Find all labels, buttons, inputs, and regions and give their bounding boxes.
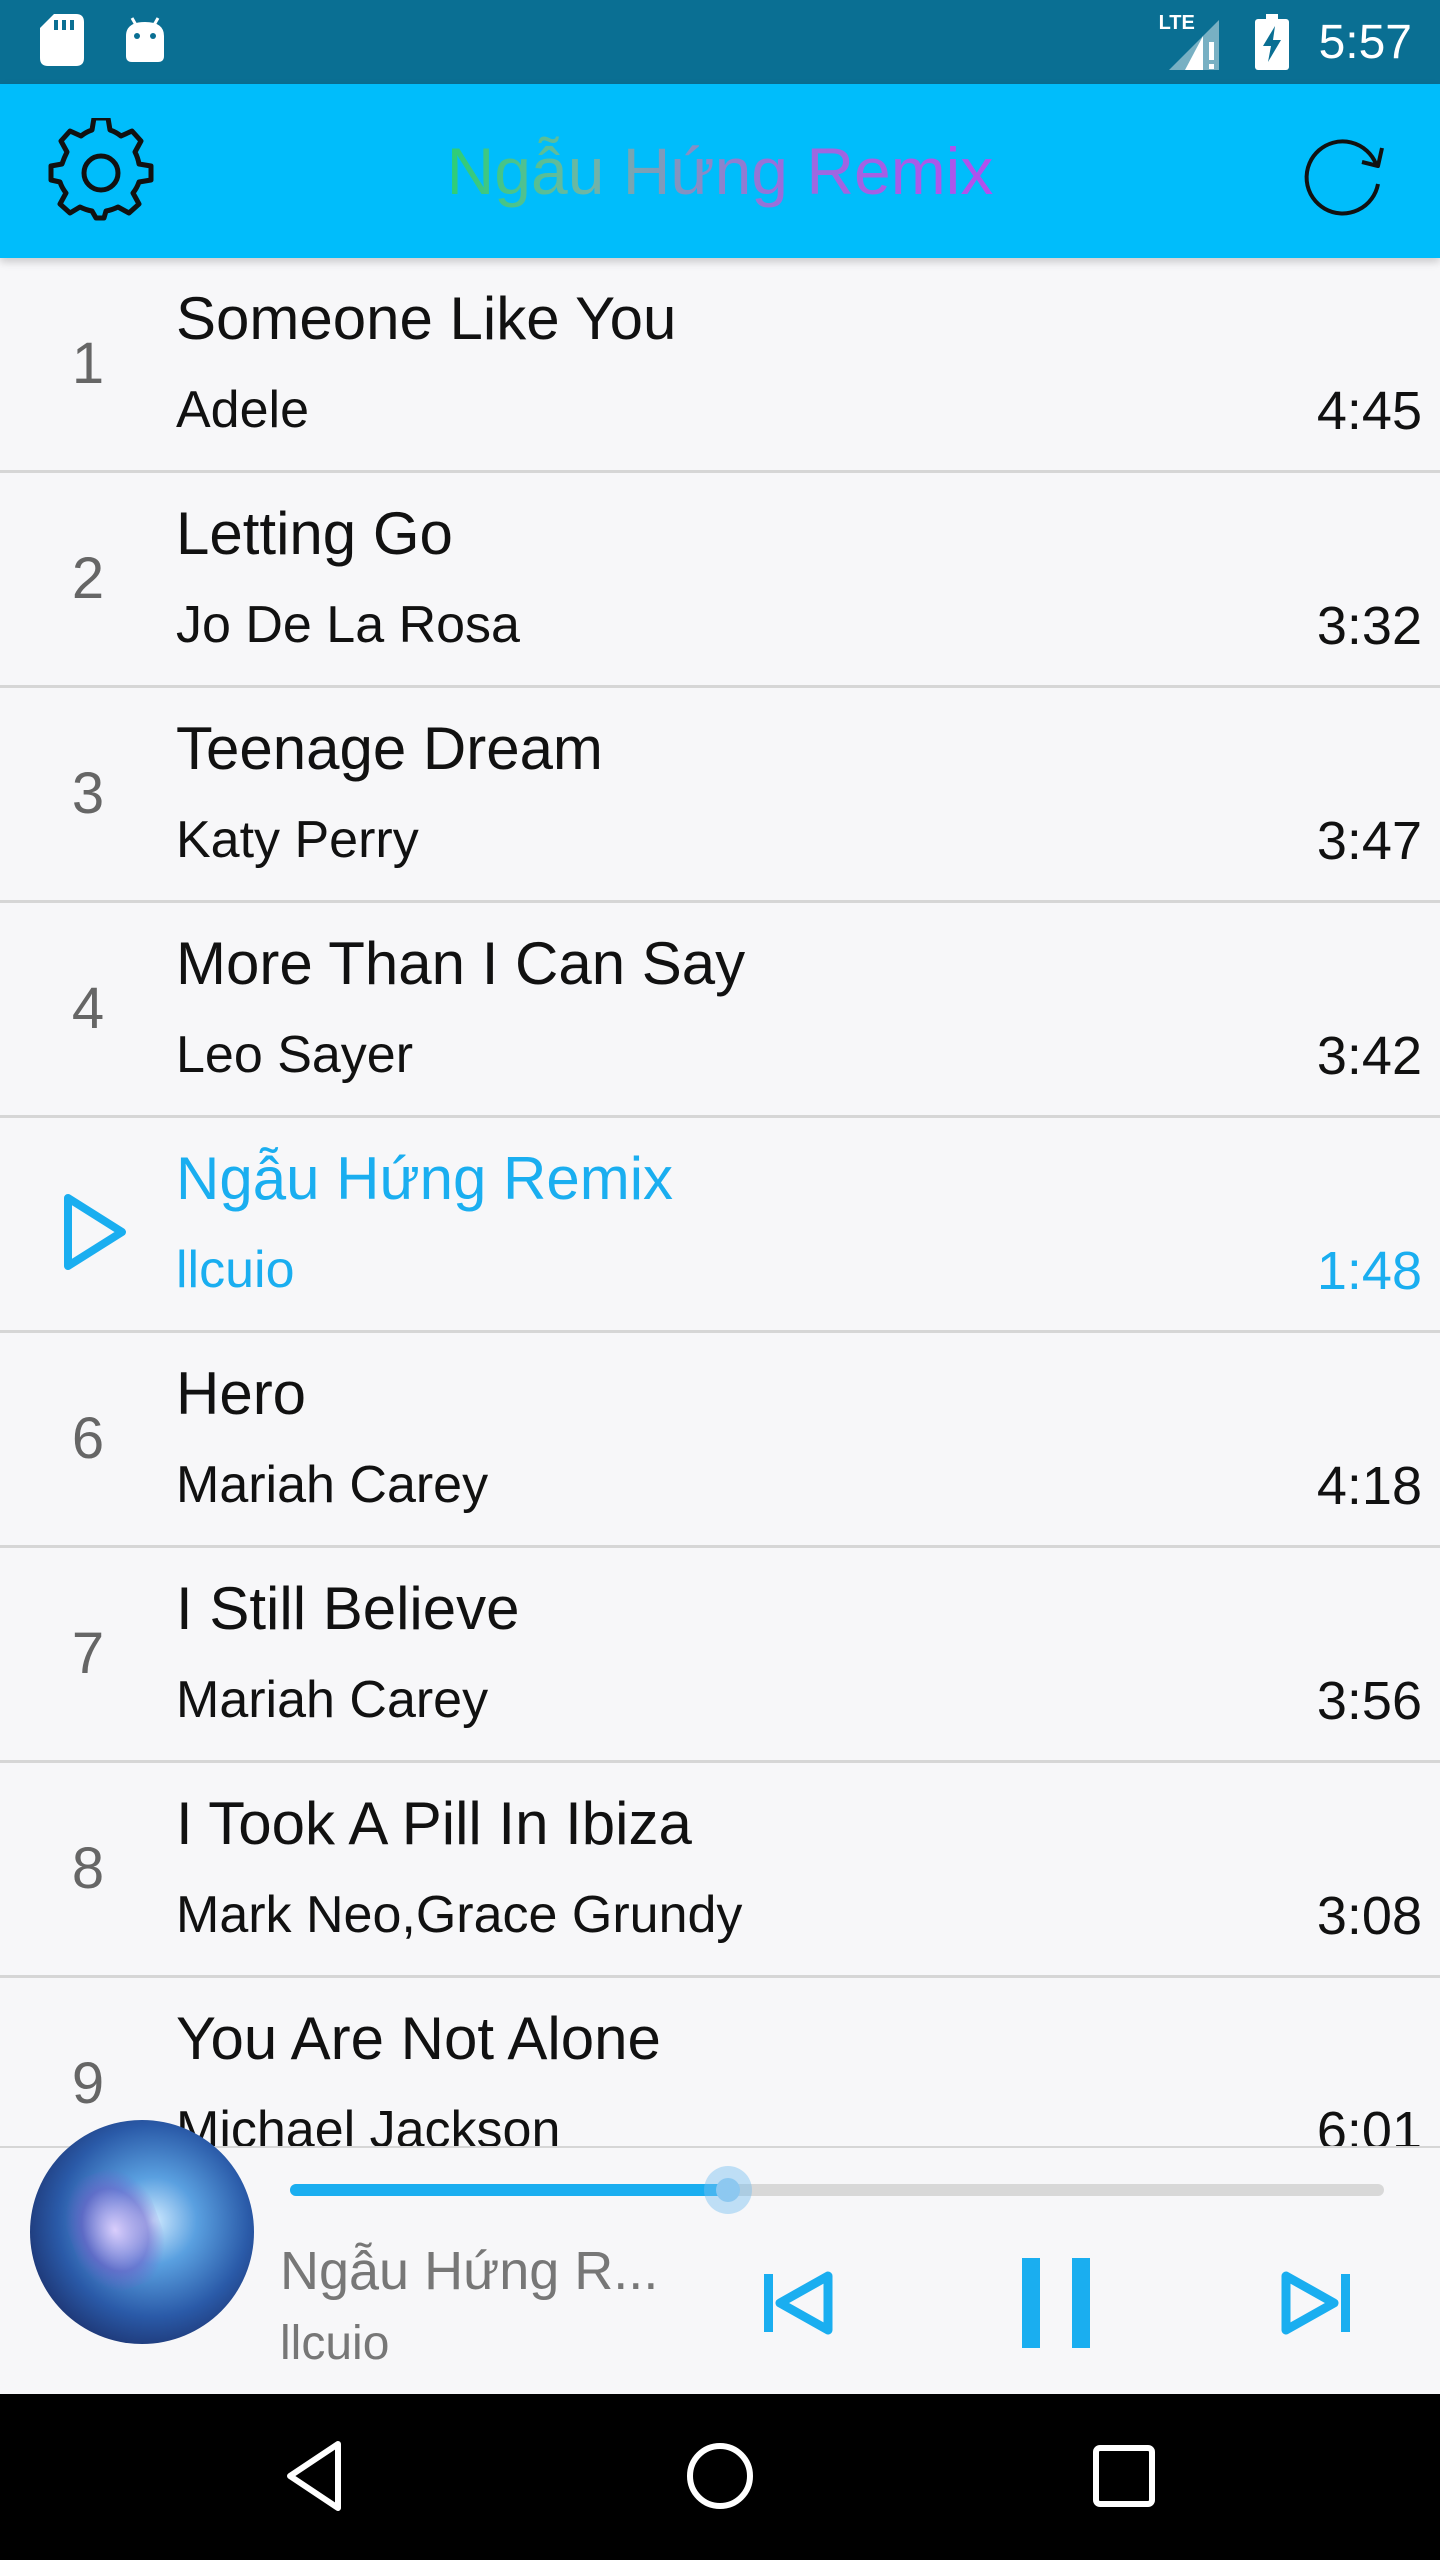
pause-icon[interactable] xyxy=(1012,2258,1102,2348)
track-duration: 1:48 xyxy=(1316,1241,1422,1301)
track-number: 4 xyxy=(71,976,105,1041)
gear-icon[interactable] xyxy=(48,118,154,224)
track-number: 7 xyxy=(71,1621,105,1686)
track-row[interactable]: 8 I Took A Pill In Ibiza Mark Neo,Grace … xyxy=(0,1763,1440,1978)
app-title: Ngẫu Hứng Remix xyxy=(420,84,1020,258)
app-bar: Ngẫu Hứng Remix xyxy=(0,84,1440,258)
track-title: You Are Not Alone xyxy=(176,2005,661,2072)
clock: 5:57 xyxy=(1318,15,1412,69)
track-duration: 3:56 xyxy=(1316,1671,1422,1731)
track-title: Teenage Dream xyxy=(176,715,603,782)
track-row[interactable]: 4 More Than I Can Say Leo Sayer 3:42 xyxy=(0,903,1440,1118)
track-duration: 3:42 xyxy=(1316,1026,1422,1086)
track-row[interactable]: 6 Hero Mariah Carey 4:18 xyxy=(0,1333,1440,1548)
track-artist: Michael Jackson xyxy=(176,2101,561,2146)
home-icon[interactable] xyxy=(680,2436,760,2516)
seek-bar-progress xyxy=(290,2184,728,2196)
track-duration: 3:08 xyxy=(1316,1886,1422,1946)
track-artist: llcuio xyxy=(176,1241,295,1299)
track-row[interactable]: 3 Teenage Dream Katy Perry 3:47 xyxy=(0,688,1440,903)
track-list[interactable]: 1 Someone Like You Adele 4:45 2 Letting … xyxy=(0,258,1440,2146)
album-art[interactable] xyxy=(30,2120,254,2344)
track-number: 6 xyxy=(71,1406,105,1471)
track-number: 2 xyxy=(71,546,105,611)
now-playing-title[interactable]: Ngẫu Hứng R... xyxy=(280,2240,658,2302)
track-title: Someone Like You xyxy=(176,285,677,352)
track-number: 1 xyxy=(71,331,105,396)
signal-icon xyxy=(1168,20,1219,70)
mini-player: Ngẫu Hứng R... llcuio xyxy=(0,2120,1440,2394)
track-duration: 6:01 xyxy=(1316,2101,1422,2146)
skip-previous-icon[interactable] xyxy=(752,2258,842,2348)
track-title: Hero xyxy=(176,1360,307,1427)
track-duration: 4:45 xyxy=(1316,381,1422,441)
track-row[interactable]: 9 You Are Not Alone Michael Jackson 6:01 xyxy=(0,1978,1440,2146)
track-artist: Leo Sayer xyxy=(176,1026,414,1084)
track-title: I Took A Pill In Ibiza xyxy=(176,1790,692,1857)
track-row[interactable]: 1 Someone Like You Adele 4:45 xyxy=(0,258,1440,473)
track-artist: Mariah Carey xyxy=(176,1456,489,1514)
track-number: 8 xyxy=(71,1836,105,1901)
status-bar: LTE 5:57 xyxy=(0,0,1440,84)
track-title: More Than I Can Say xyxy=(176,930,746,997)
track-row-now-playing[interactable]: Ngẫu Hứng Remix llcuio 1:48 xyxy=(0,1118,1440,1333)
track-artist: Katy Perry xyxy=(176,811,419,869)
recents-icon[interactable] xyxy=(1084,2436,1164,2516)
play-icon xyxy=(64,1194,126,1270)
track-artist: Adele xyxy=(176,381,309,439)
track-number: 3 xyxy=(71,761,105,826)
track-title: I Still Believe xyxy=(176,1575,520,1642)
track-artist: Jo De La Rosa xyxy=(176,596,520,654)
track-duration: 3:47 xyxy=(1316,811,1422,871)
lte-signal: LTE xyxy=(1159,12,1225,72)
track-row[interactable]: 2 Letting Go Jo De La Rosa 3:32 xyxy=(0,473,1440,688)
refresh-icon[interactable] xyxy=(1292,124,1392,224)
sd-card-icon xyxy=(40,14,84,66)
skip-next-icon[interactable] xyxy=(1272,2258,1362,2348)
track-artist: Mark Neo,Grace Grundy xyxy=(176,1886,743,1944)
track-artist: Mariah Carey xyxy=(176,1671,489,1729)
track-number: 9 xyxy=(71,2051,105,2116)
seek-bar-thumb[interactable] xyxy=(703,2166,752,2214)
back-icon[interactable] xyxy=(276,2436,356,2516)
battery-charging-icon xyxy=(1254,14,1289,70)
track-row[interactable]: 7 I Still Believe Mariah Carey 3:56 xyxy=(0,1548,1440,1763)
android-icon xyxy=(126,17,164,62)
track-title: Ngẫu Hứng Remix xyxy=(176,1145,674,1212)
system-nav-bar xyxy=(0,2392,1440,2560)
seek-bar[interactable] xyxy=(290,2166,1384,2214)
track-duration: 4:18 xyxy=(1316,1456,1422,1516)
track-duration: 3:32 xyxy=(1316,596,1422,656)
now-playing-artist: llcuio xyxy=(280,2317,390,2370)
track-title: Letting Go xyxy=(176,500,453,567)
